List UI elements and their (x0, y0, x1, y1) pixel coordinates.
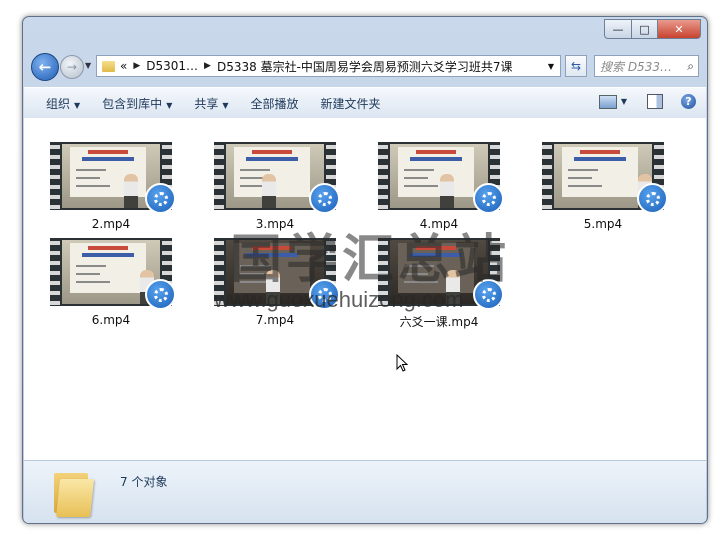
video-player-icon (473, 183, 504, 214)
include-in-library-label: 包含到库中 (102, 96, 163, 111)
toolbar-right: ▼ ? (598, 94, 696, 109)
view-options-icon[interactable] (598, 94, 617, 109)
search-icon[interactable]: ⌕ (687, 59, 694, 74)
video-player-icon (309, 183, 340, 214)
include-in-library-button[interactable]: 包含到库中 ▼ (102, 95, 172, 112)
file-name: 6.mp4 (91, 313, 131, 327)
file-item[interactable]: 2.mp4 (50, 142, 176, 231)
play-all-label: 全部播放 (250, 96, 299, 111)
video-thumbnail[interactable] (214, 142, 340, 214)
video-player-icon (145, 279, 176, 310)
details-pane: 7 个对象 (24, 460, 706, 523)
watermark-url: www.guoxuehuizong.com (214, 287, 464, 312)
help-button[interactable]: ? (681, 94, 696, 109)
refresh-button[interactable]: ⇆ (565, 55, 587, 77)
organize-button[interactable]: 组织 ▼ (46, 95, 80, 112)
video-thumbnail[interactable] (50, 142, 176, 214)
breadcrumb-item-current[interactable]: D5338 墓宗社-中国周易学会周易预测六爻学习班共7课 (217, 58, 513, 75)
video-thumbnail[interactable] (378, 142, 504, 214)
share-button[interactable]: 共享 ▼ (194, 95, 228, 112)
film-strip-icon (50, 238, 60, 306)
chevron-down-icon: ▼ (222, 100, 229, 110)
forward-button[interactable]: → (60, 55, 84, 79)
preview-pane-icon[interactable] (647, 94, 663, 109)
address-bar[interactable]: « ▶ D5301… ▶ D5338 墓宗社-中国周易学会周易预测六爻学习班共7… (96, 55, 561, 77)
watermark-text: 国学汇总站 (230, 229, 511, 290)
refresh-icon: ⇆ (570, 59, 582, 73)
new-folder-label: 新建文件夹 (320, 96, 381, 111)
window-controls: — □ ✕ (604, 19, 701, 39)
share-label: 共享 (194, 96, 219, 111)
file-item[interactable]: 5.mp4 (542, 142, 668, 231)
chevron-down-icon: ▼ (166, 100, 173, 110)
chevron-right-icon: ▶ (133, 61, 141, 71)
arrow-right-icon: → (66, 60, 78, 74)
video-thumbnail[interactable] (542, 142, 668, 214)
arrow-left-icon: ← (38, 58, 52, 76)
chevron-down-icon: ▼ (74, 100, 81, 110)
film-strip-icon (542, 142, 552, 210)
history-dropdown-icon[interactable]: ▼ (85, 61, 91, 70)
film-strip-icon (214, 142, 224, 210)
film-strip-icon (378, 142, 388, 210)
breadcrumb-overflow[interactable]: « (120, 59, 127, 73)
folder-icon (102, 60, 115, 72)
command-toolbar: 组织 ▼ 包含到库中 ▼ 共享 ▼ 全部播放 新建文件夹 ▼ ? (24, 87, 706, 119)
new-folder-button[interactable]: 新建文件夹 (321, 95, 381, 112)
play-all-button[interactable]: 全部播放 (251, 95, 299, 112)
video-player-icon (145, 183, 176, 214)
file-name: 2.mp4 (91, 217, 131, 231)
file-name: 六爻一课.mp4 (399, 315, 479, 329)
file-name: 7.mp4 (255, 313, 295, 327)
search-placeholder: 搜索 D533… (600, 59, 672, 74)
maximize-button[interactable]: □ (632, 19, 658, 39)
close-button[interactable]: ✕ (658, 19, 701, 39)
file-name: 5.mp4 (583, 217, 623, 231)
breadcrumb-item-parent[interactable]: D5301… (146, 59, 198, 73)
address-dropdown-icon[interactable]: ▼ (548, 62, 554, 71)
search-input[interactable]: 搜索 D533… ⌕ (594, 55, 699, 77)
video-player-icon (637, 183, 668, 214)
video-thumbnail[interactable] (50, 238, 176, 310)
organize-label: 组织 (46, 96, 71, 111)
chevron-down-icon[interactable]: ▼ (621, 97, 627, 106)
minimize-button[interactable]: — (604, 19, 632, 39)
navigation-bar: ← → ▼ « ▶ D5301… ▶ D5338 墓宗社-中国周易学会周易预测六… (23, 47, 707, 85)
item-count: 7 个对象 (120, 475, 168, 489)
chevron-right-icon[interactable]: ▶ (204, 61, 211, 71)
folder-icon (52, 469, 94, 517)
mouse-cursor-icon (396, 354, 408, 372)
file-item[interactable]: 6.mp4 (50, 238, 176, 327)
film-strip-icon (50, 142, 60, 210)
back-button[interactable]: ← (31, 53, 59, 81)
